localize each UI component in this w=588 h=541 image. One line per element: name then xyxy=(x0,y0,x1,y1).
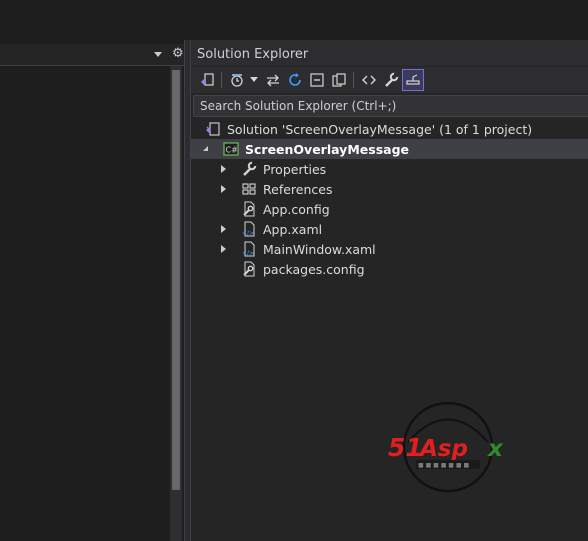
svg-text:51: 51 xyxy=(388,433,423,462)
collapsed-arrow-icon[interactable] xyxy=(221,245,226,253)
solution-icon xyxy=(205,121,221,137)
properties-icon[interactable] xyxy=(381,69,401,91)
search-box[interactable] xyxy=(193,95,588,117)
svg-text:C#: C# xyxy=(226,146,239,155)
search-input[interactable] xyxy=(194,96,588,116)
tree-row-mainwindow-xaml[interactable]: </> MainWindow.xaml xyxy=(191,239,588,259)
solution-explorer-title-bar: Solution Explorer xyxy=(191,40,588,66)
preview-selected-items-icon[interactable] xyxy=(402,69,424,91)
tree-row-project[interactable]: C# ScreenOverlayMessage xyxy=(191,139,588,159)
csharp-project-icon: C# xyxy=(223,141,239,157)
svg-text:</>: </> xyxy=(242,250,254,257)
tree-row-properties[interactable]: Properties xyxy=(191,159,588,179)
config-file-icon xyxy=(241,261,257,277)
tree-item-label: MainWindow.xaml xyxy=(263,242,376,257)
editor-tab-strip: ⚙ xyxy=(0,44,186,66)
tree-item-label: References xyxy=(263,182,333,197)
panel-title: Solution Explorer xyxy=(197,47,309,62)
config-file-icon xyxy=(241,201,257,217)
watermark-logo: 51 Asp x ■ ■ ■ ■ ■ ■ ■ xyxy=(388,401,512,494)
scrollbar-thumb[interactable] xyxy=(172,70,180,490)
tree-row-app-config[interactable]: App.config xyxy=(191,199,588,219)
references-icon xyxy=(241,181,257,197)
tree-row-solution[interactable]: Solution 'ScreenOverlayMessage' (1 of 1 … xyxy=(191,119,588,139)
switch-views-icon[interactable] xyxy=(197,69,217,91)
svg-text:Asp: Asp xyxy=(418,436,468,462)
svg-text:■ ■ ■ ■ ■ ■ ■: ■ ■ ■ ■ ■ ■ ■ xyxy=(418,462,469,469)
expanded-arrow-icon[interactable] xyxy=(203,146,208,151)
xaml-file-icon: </> xyxy=(241,221,257,237)
svg-text:x: x xyxy=(487,436,504,462)
tree-item-label: Properties xyxy=(263,162,327,177)
collapse-all-icon[interactable] xyxy=(307,69,327,91)
tree-item-label: packages.config xyxy=(263,262,365,277)
solution-label: Solution 'ScreenOverlayMessage' (1 of 1 … xyxy=(227,122,533,137)
toolbar-separator xyxy=(353,72,354,88)
refresh-icon[interactable] xyxy=(285,69,305,91)
tree-item-label: App.xaml xyxy=(263,222,323,237)
solution-tree: Solution 'ScreenOverlayMessage' (1 of 1 … xyxy=(191,119,588,279)
editor-pane: ⚙ xyxy=(0,0,186,541)
wrench-icon xyxy=(241,161,257,177)
chevron-down-icon[interactable] xyxy=(249,69,259,91)
project-label: ScreenOverlayMessage xyxy=(245,142,409,157)
collapsed-arrow-icon[interactable] xyxy=(221,225,226,233)
gear-icon[interactable]: ⚙ xyxy=(172,46,184,62)
xaml-file-icon: </> xyxy=(241,241,257,257)
view-code-icon[interactable] xyxy=(359,69,379,91)
tree-row-packages-config[interactable]: packages.config xyxy=(191,259,588,279)
svg-text:</>: </> xyxy=(242,230,254,237)
solution-explorer-toolbar xyxy=(191,67,588,93)
pending-changes-filter-icon[interactable] xyxy=(227,69,247,91)
editor-body[interactable] xyxy=(0,66,170,541)
show-all-files-icon[interactable] xyxy=(329,69,349,91)
tree-item-label: App.config xyxy=(263,202,330,217)
collapsed-arrow-icon[interactable] xyxy=(221,185,226,193)
sync-with-active-document-icon[interactable] xyxy=(263,69,283,91)
tree-row-references[interactable]: References xyxy=(191,179,588,199)
collapsed-arrow-icon[interactable] xyxy=(221,165,226,173)
chevron-down-icon[interactable] xyxy=(154,52,162,57)
toolbar-separator xyxy=(221,72,222,88)
vertical-scrollbar[interactable] xyxy=(170,66,182,541)
tree-row-app-xaml[interactable]: </> App.xaml xyxy=(191,219,588,239)
